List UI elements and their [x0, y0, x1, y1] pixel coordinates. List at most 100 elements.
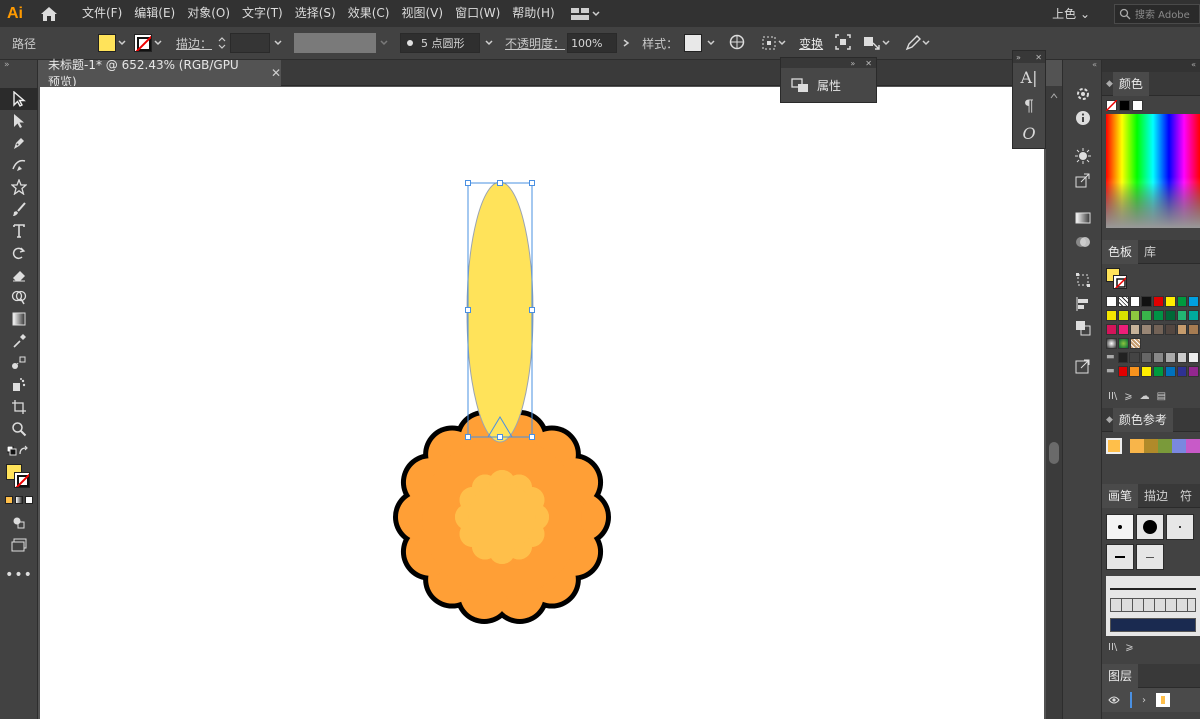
swatch[interactable]	[1106, 309, 1117, 321]
brush-strokes-list[interactable]	[1106, 576, 1200, 636]
stroke-weight-stepper[interactable]	[216, 36, 228, 50]
swatch[interactable]	[1186, 439, 1200, 453]
appearance-icon[interactable]	[1063, 82, 1103, 106]
workspace-switcher[interactable]: 上色 ⌄	[1052, 5, 1090, 22]
eyedropper-tool[interactable]	[0, 330, 38, 352]
opentype-icon[interactable]: O	[1013, 119, 1045, 147]
star-tool[interactable]	[0, 176, 38, 198]
swatch[interactable]	[1117, 351, 1129, 363]
selection-handle[interactable]	[465, 434, 471, 440]
swatch[interactable]	[1158, 439, 1172, 453]
swatch[interactable]	[1141, 323, 1152, 335]
stroke-weight-field[interactable]	[230, 33, 271, 53]
curvature-tool[interactable]	[0, 154, 38, 176]
swatch[interactable]	[1152, 351, 1164, 363]
tab-symbols[interactable]: 符	[1174, 484, 1198, 508]
selection-tool[interactable]	[0, 88, 38, 110]
close-icon[interactable]: ✕	[271, 66, 281, 80]
default-colors-icon[interactable]	[6, 446, 17, 456]
swatch[interactable]	[1118, 337, 1129, 349]
selection-handle[interactable]	[465, 307, 471, 313]
none-swatch[interactable]	[1106, 99, 1117, 111]
vertical-scrollbar[interactable]	[1046, 86, 1062, 719]
collapse-icon[interactable]: «	[1102, 60, 1200, 72]
edit-toolbar-button[interactable]: •••	[0, 564, 38, 586]
pen-tool[interactable]	[0, 132, 38, 154]
swatch[interactable]	[1152, 365, 1164, 377]
swatch-fill-stroke[interactable]	[1102, 264, 1200, 294]
menu-effect[interactable]: 效果(C)	[342, 0, 396, 27]
swatch[interactable]	[1164, 365, 1176, 377]
black-swatch[interactable]	[1119, 99, 1130, 111]
swatch-library-icon[interactable]: II\	[1108, 391, 1117, 402]
gradient-tool[interactable]	[0, 308, 38, 330]
none-mode-icon[interactable]	[24, 496, 33, 504]
swatch[interactable]	[1176, 365, 1188, 377]
selection-handle[interactable]	[497, 434, 503, 440]
harmony-colors[interactable]	[1130, 439, 1200, 453]
pathfinder-icon[interactable]	[1063, 316, 1103, 340]
menu-edit[interactable]: 编辑(E)	[128, 0, 181, 27]
white-swatch[interactable]	[1132, 99, 1143, 111]
draw-mode-tool[interactable]	[0, 512, 38, 534]
menu-window[interactable]: 窗口(W)	[449, 0, 506, 27]
export-icon[interactable]	[1063, 168, 1103, 192]
transparency-icon[interactable]	[1063, 230, 1103, 254]
stroke-weight-label[interactable]: 描边：	[176, 35, 212, 52]
scroll-up-icon[interactable]	[1046, 90, 1062, 102]
profile-dropdown[interactable]	[378, 38, 390, 48]
gradient-mode-icon[interactable]	[14, 496, 23, 504]
swatch[interactable]	[1153, 309, 1164, 321]
align-button[interactable]	[761, 35, 787, 51]
collapse-icon[interactable]: «	[1063, 60, 1101, 72]
canvas-area[interactable]	[38, 86, 1046, 719]
swatch[interactable]	[1141, 365, 1152, 377]
collapse-tools-icon[interactable]: »	[0, 60, 37, 88]
artboard[interactable]	[40, 87, 1044, 719]
layer-row[interactable]: ›	[1102, 688, 1200, 712]
collapse-icon[interactable]: »	[1016, 53, 1021, 62]
paragraph-icon[interactable]: ¶	[1013, 91, 1045, 119]
swatch[interactable]	[1164, 351, 1176, 363]
swatch[interactable]	[1164, 323, 1176, 335]
brush-dash[interactable]	[1106, 544, 1134, 570]
more-options-button[interactable]	[905, 35, 931, 51]
menu-help[interactable]: 帮助(H)	[506, 0, 560, 27]
panel-toggle-icon[interactable]: ◆	[1102, 415, 1113, 425]
swatch[interactable]	[1164, 309, 1176, 321]
type-tool[interactable]	[0, 220, 38, 242]
stroke-weight-dropdown[interactable]	[272, 38, 284, 48]
selection-handle[interactable]	[529, 180, 535, 186]
character-icon[interactable]: A|	[1013, 63, 1045, 91]
screen-mode-tool[interactable]	[0, 534, 38, 556]
menu-object[interactable]: 对象(O)	[181, 0, 236, 27]
color-spectrum[interactable]	[1102, 114, 1200, 228]
paintbrush-tool[interactable]	[0, 198, 38, 220]
menu-select[interactable]: 选择(S)	[289, 0, 342, 27]
swatch[interactable]	[1117, 309, 1129, 321]
base-color-swatch[interactable]	[1106, 438, 1122, 454]
close-icon[interactable]: ✕	[865, 59, 872, 68]
swatch[interactable]	[1153, 323, 1164, 335]
gradient-panel-icon[interactable]	[1063, 206, 1103, 230]
menu-file[interactable]: 文件(F)	[76, 0, 128, 27]
tab-swatches[interactable]: 色板	[1102, 239, 1139, 264]
brush-thin-dash[interactable]	[1136, 544, 1164, 570]
stroke-color-box[interactable]	[1113, 275, 1127, 289]
stroke-color-box[interactable]	[14, 472, 30, 488]
swatch[interactable]	[1141, 351, 1152, 363]
swatch[interactable]	[1141, 309, 1152, 321]
color-mode-icon[interactable]	[4, 496, 13, 504]
opacity-field[interactable]: 100%	[567, 33, 618, 53]
info-icon[interactable]	[1063, 106, 1103, 130]
fill-dropdown[interactable]	[116, 38, 128, 48]
eraser-tool[interactable]	[0, 264, 38, 286]
swatch[interactable]	[1129, 351, 1141, 363]
blend-tool[interactable]	[0, 352, 38, 374]
transform-panel-icon[interactable]	[1063, 268, 1103, 292]
fill-stroke-indicator[interactable]	[0, 462, 37, 496]
menu-view[interactable]: 视图(V)	[395, 0, 449, 27]
swatch[interactable]	[1144, 439, 1158, 453]
opacity-label[interactable]: 不透明度：	[505, 35, 565, 52]
collapse-icon[interactable]: »	[850, 59, 855, 68]
